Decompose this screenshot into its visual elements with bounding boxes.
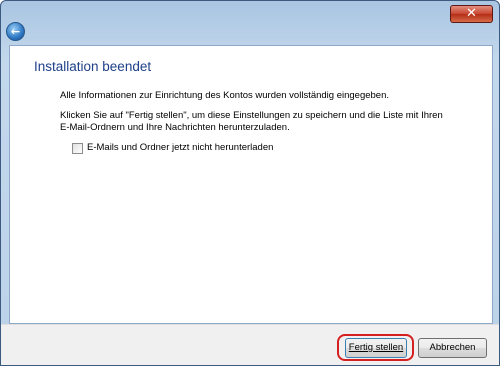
instruction-text-line1: Klicken Sie auf "Fertig stellen", um die… [60, 110, 443, 121]
no-download-checkbox-label[interactable]: E-Mails und Ordner jetzt nicht herunterl… [87, 142, 273, 153]
finish-button[interactable]: Fertig stellen [345, 338, 407, 358]
close-icon: ✕ [466, 6, 477, 21]
content-panel: Installation beendet Alle Informationen … [9, 45, 493, 324]
cancel-button-label: Abbrechen [429, 342, 476, 353]
info-text: Alle Informationen zur Einrichtung des K… [60, 90, 390, 101]
instruction-text-line2: E-Mail-Ordnern und Ihre Nachrichten heru… [60, 122, 290, 133]
back-button[interactable]: ← [6, 22, 25, 41]
button-bar: Fertig stellen Abbrechen [1, 324, 499, 365]
back-arrow-icon: ← [10, 25, 21, 38]
finish-button-label: Fertig stellen [348, 342, 404, 353]
no-download-checkbox[interactable] [72, 143, 83, 154]
dialog-window: ✕ ← Installation beendet Alle Informatio… [0, 0, 500, 366]
page-title: Installation beendet [34, 59, 152, 74]
close-button[interactable]: ✕ [450, 5, 493, 23]
cancel-button[interactable]: Abbrechen [418, 338, 487, 358]
